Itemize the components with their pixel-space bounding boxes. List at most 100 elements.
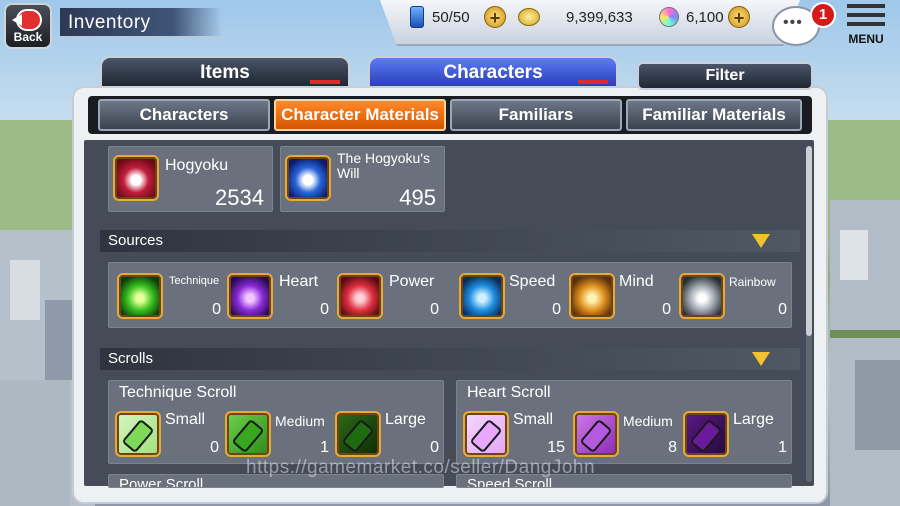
item-card-hogyoku-will[interactable]: The Hogyoku's Will 495: [280, 146, 445, 212]
section-header-scrolls[interactable]: Scrolls: [100, 348, 800, 370]
source-count: 0: [778, 301, 787, 318]
small-technique-scroll-icon: [115, 411, 161, 457]
source-count: 0: [552, 301, 561, 318]
tab-indicator: [310, 80, 340, 84]
scroll-item[interactable]: Medium 8: [569, 407, 679, 463]
subtab-characters[interactable]: Characters: [98, 99, 270, 131]
scroll-item[interactable]: Large 0: [331, 407, 441, 463]
scroll-count: 8: [668, 439, 677, 456]
filter-button[interactable]: Filter: [637, 62, 813, 90]
tab-characters-label: Characters: [443, 62, 543, 83]
stamina-icon: [410, 6, 424, 28]
scroll-size: Medium: [275, 413, 325, 429]
menu-button[interactable]: MENU: [842, 4, 890, 50]
scroll-size: Medium: [623, 413, 673, 429]
scroll-count: 0: [430, 439, 439, 456]
sub-tab-bar: Characters Character Materials Familiars…: [88, 96, 812, 134]
scroll-count: 1: [320, 439, 329, 456]
item-name: The Hogyoku's Will: [337, 150, 430, 181]
subtab-familiar-materials[interactable]: Familiar Materials: [626, 99, 802, 131]
scroll-item[interactable]: Small 15: [457, 407, 569, 463]
watermark-text: https://gamemarket.co/seller/DangJohn: [246, 457, 596, 478]
large-technique-scroll-icon: [335, 411, 381, 457]
source-name: Rainbow: [729, 275, 776, 289]
source-count: 0: [662, 301, 671, 318]
item-count: 2534: [215, 185, 264, 210]
stamina-stat: 50/50: [410, 6, 470, 28]
scroll-count: 15: [547, 439, 565, 456]
page-title-bar: Inventory: [60, 8, 222, 38]
add-stamina-button[interactable]: +: [484, 6, 506, 28]
item-name: Hogyoku: [165, 157, 229, 174]
source-name: Technique: [169, 275, 220, 287]
small-heart-scroll-icon: [463, 411, 509, 457]
source-heart[interactable]: Heart 0: [221, 263, 331, 329]
add-orbs-button[interactable]: +: [728, 6, 750, 28]
scroll-group-title: Power Scroll: [119, 476, 204, 488]
hogyoku-icon: [113, 155, 159, 201]
section-title: Scrolls: [108, 350, 154, 367]
source-rainbow[interactable]: Rainbow 0: [673, 263, 791, 329]
menu-label: MENU: [848, 32, 884, 46]
orb-stat: 6,100: [686, 6, 724, 28]
source-technique[interactable]: Technique 0: [109, 263, 221, 329]
source-power[interactable]: Power 0: [331, 263, 441, 329]
tab-items-label: Items: [200, 62, 250, 83]
scroll-count: 1: [778, 439, 787, 456]
scrollbar-thumb[interactable]: [806, 146, 812, 336]
stamina-value: 50/50: [432, 8, 470, 26]
collapse-arrow-icon[interactable]: [752, 234, 770, 248]
scroll-size: Small: [513, 411, 554, 428]
source-name: Mind: [619, 273, 654, 290]
scroll-group-title: Technique Scroll: [119, 384, 237, 401]
scroll-size: Large: [733, 411, 774, 428]
scroll-group-heart: Heart Scroll Small 15 Medium 8 Large 1: [456, 380, 792, 464]
source-speed[interactable]: Speed 0: [453, 263, 563, 329]
tab-items[interactable]: Items: [100, 56, 350, 88]
filter-label: Filter: [705, 67, 745, 84]
scroll-item[interactable]: Small 0: [109, 407, 221, 463]
page-title: Inventory: [68, 12, 151, 33]
back-arrow-icon: [12, 9, 42, 31]
source-name: Power: [389, 273, 435, 290]
source-name: Speed: [509, 273, 556, 290]
scroll-count: 0: [210, 439, 219, 456]
source-count: 0: [212, 301, 221, 318]
medium-technique-scroll-icon: [225, 411, 271, 457]
source-mind[interactable]: Mind 0: [563, 263, 673, 329]
collapse-arrow-icon[interactable]: [752, 352, 770, 366]
source-count: 0: [430, 301, 439, 318]
subtab-character-materials[interactable]: Character Materials: [274, 99, 446, 131]
coin-value: 9,399,633: [566, 8, 633, 26]
coin-stat: 9,399,633: [566, 6, 633, 28]
notification-badge: 1: [810, 2, 836, 28]
hogyoku-will-icon: [285, 155, 331, 201]
mind-source-icon: [569, 273, 615, 319]
scroll-group-technique: Technique Scroll Small 0 Medium 1 Large …: [108, 380, 444, 464]
scroll-size: Large: [385, 411, 426, 428]
heart-source-icon: [227, 273, 273, 319]
scroll-size: Small: [165, 411, 206, 428]
source-name: Heart: [279, 273, 319, 290]
resource-bar: 50/50 + 9,399,633 6,100 +: [380, 0, 800, 46]
tab-characters[interactable]: Characters: [368, 56, 618, 88]
sources-row: Technique 0 Heart 0 Power 0 Speed 0 Mind…: [108, 262, 792, 328]
coin-icon: [518, 8, 540, 26]
tab-indicator: [578, 80, 608, 84]
item-card-hogyoku[interactable]: Hogyoku 2534: [108, 146, 273, 212]
subtab-familiars[interactable]: Familiars: [450, 99, 622, 131]
back-button[interactable]: Back: [4, 3, 52, 49]
section-title: Sources: [108, 232, 164, 249]
scroll-item[interactable]: Large 1: [679, 407, 789, 463]
scroll-item[interactable]: Medium 1: [221, 407, 331, 463]
section-header-sources[interactable]: Sources: [100, 230, 800, 252]
orb-icon: [659, 7, 679, 27]
medium-heart-scroll-icon: [573, 411, 619, 457]
power-source-icon: [337, 273, 383, 319]
large-heart-scroll-icon: [683, 411, 729, 457]
back-label: Back: [13, 30, 43, 44]
rainbow-source-icon: [679, 273, 725, 319]
speed-source-icon: [459, 273, 505, 319]
hamburger-icon: [847, 4, 885, 26]
orb-value: 6,100: [686, 8, 724, 26]
